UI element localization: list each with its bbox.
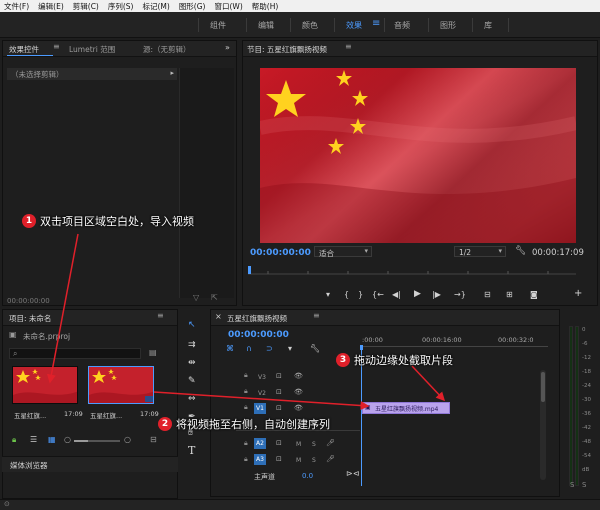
annotation-number: 1: [22, 214, 36, 228]
annotation-number: 2: [158, 417, 172, 431]
annotation-text: 将视频拖至右侧，自动创建序列: [176, 418, 330, 431]
annotation-text: 拖动边缘处截取片段: [354, 354, 453, 367]
annotation-step-3: 3 拖动边缘处截取片段: [336, 352, 453, 368]
annotation-arrows: [46, 233, 446, 411]
annotation-text: 双击项目区域空白处，导入视频: [40, 215, 194, 228]
annotation-step-2: 2 将视频拖至右侧，自动创建序列: [158, 416, 330, 432]
annotation-step-1: 1 双击项目区域空白处，导入视频: [22, 213, 194, 229]
annotation-number: 3: [336, 353, 350, 367]
